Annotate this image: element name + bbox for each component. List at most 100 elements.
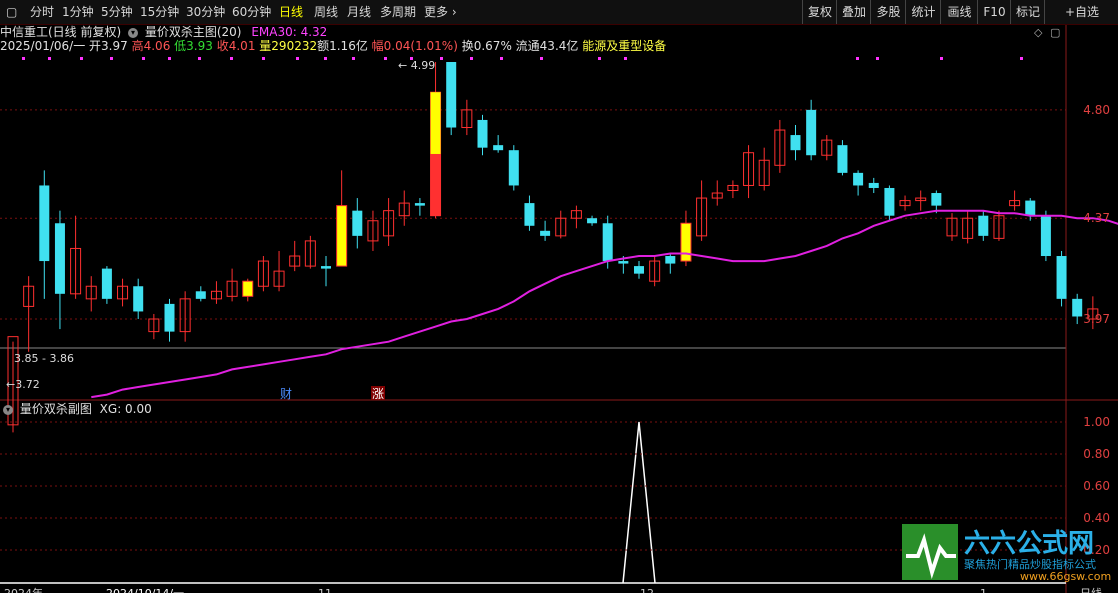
period-toolbar: 分时 1分钟 5分钟 15分钟 30分钟 60分钟 日线 周线 月线 多周期 更多 › ▢ 复权 叠加 多股… — [0, 0, 1118, 25]
signal-dot — [22, 57, 25, 60]
period-tab-10[interactable]: 更多 › — [424, 0, 457, 24]
price-tick-label: 3.97 — [1083, 312, 1110, 326]
quote-low: 低3.93 — [174, 39, 213, 53]
quote-line: 2025/01/06/一 开3.97 高4.06 低3.93 收4.01 量29… — [0, 38, 666, 54]
candle-body — [414, 203, 425, 206]
toolbar-btn-0[interactable]: 复权 — [802, 0, 837, 24]
chevron-down-icon[interactable]: ▾ — [3, 404, 13, 415]
kline-chart[interactable]: 4.804.373.971.000.800.600.400.20← 4.99←3… — [0, 0, 1118, 593]
quote-amount: 额1.16亿 — [317, 39, 368, 53]
signal-dot — [440, 57, 443, 60]
sub-tick-label: 1.00 — [1083, 415, 1110, 429]
candle-body — [352, 210, 363, 236]
watermark-logo: 六六公式网 聚焦热门精品炒股指标公式 www.66gsw.com — [902, 524, 1111, 582]
svg-text:六六公式网: 六六公式网 — [964, 529, 1094, 559]
candle-body — [837, 145, 848, 173]
candle-body — [336, 205, 348, 267]
period-tab-0[interactable]: 分时 — [30, 0, 54, 24]
toolbar-btn-1[interactable]: 叠加 — [836, 0, 871, 24]
range-label: 3.85 - 3.86 — [14, 352, 74, 365]
quote-sector[interactable]: 能源及重型设备 — [582, 39, 666, 53]
signal-dot — [470, 57, 473, 60]
signal-dot — [540, 57, 543, 60]
candle-body — [242, 280, 254, 297]
candle-body — [493, 145, 504, 151]
signal-dot — [352, 57, 355, 60]
period-tab-3[interactable]: 15分钟 — [140, 0, 179, 24]
quote-high: 高4.06 — [131, 39, 171, 53]
candle-body — [602, 223, 613, 262]
signal-dot — [230, 57, 233, 60]
quote-close: 收4.01 — [216, 39, 256, 53]
signal-dot — [142, 57, 145, 60]
candle-body — [477, 119, 488, 148]
signal-dot — [856, 57, 859, 60]
quote-open: 开3.97 — [89, 39, 128, 53]
date-axis-label: 2024年 — [4, 586, 43, 593]
quote-change: 幅0.04(1.01%) — [371, 39, 458, 53]
toolbar-btn-4[interactable]: 画线 — [940, 0, 978, 24]
signal-dot — [624, 57, 627, 60]
price-tick-label: 4.37 — [1083, 211, 1110, 225]
period-tab-4[interactable]: 30分钟 — [186, 0, 225, 24]
period-tab-7[interactable]: 周线 — [314, 0, 338, 24]
finance-marker: 财 — [280, 387, 292, 401]
candle-body-highlight — [430, 92, 441, 154]
period-tab-9[interactable]: 多周期 — [380, 0, 416, 24]
signal-dot — [384, 57, 387, 60]
candle-body — [54, 223, 65, 294]
quote-date: 2025/01/06/一 — [0, 39, 86, 53]
price-tick-label: 4.80 — [1083, 103, 1110, 117]
toolbar-btn-7[interactable]: +自选 — [1044, 0, 1118, 24]
sub-chart-header: ▾ 量价双杀副图 XG: 0.00 — [0, 401, 152, 417]
period-tab-1[interactable]: 1分钟 — [62, 0, 94, 24]
signal-dot — [80, 57, 83, 60]
candle-body — [806, 109, 817, 156]
candle-body — [101, 268, 112, 299]
date-axis-label: 11 — [318, 587, 332, 593]
candle-body — [1025, 200, 1036, 216]
quote-volume: 量290232 — [259, 39, 318, 53]
signal-dot — [168, 57, 171, 60]
candle-body — [587, 218, 598, 224]
date-axis-label: 1 — [980, 587, 987, 593]
period-tab-6[interactable]: 日线 — [279, 0, 303, 24]
signal-dot — [598, 57, 601, 60]
high-price-label: ← 4.99 — [398, 59, 435, 72]
candle-body — [665, 256, 676, 264]
diamond-icon: ◇ — [1034, 26, 1043, 39]
chevron-down-icon[interactable]: ▾ — [128, 27, 139, 38]
stock-name[interactable]: 中信重工(日线 前复权) — [0, 25, 121, 39]
candle-body — [1040, 215, 1051, 257]
xg-spike — [622, 421, 656, 584]
window-icon[interactable]: ▢ — [6, 0, 17, 24]
date-axis-label: 日线 — [1080, 586, 1102, 593]
svg-text:www.66gsw.com: www.66gsw.com — [1020, 570, 1111, 582]
candle-body — [853, 172, 864, 186]
sub-chart — [622, 421, 656, 584]
toolbar-btn-2[interactable]: 多股 — [870, 0, 906, 24]
indicator-name[interactable]: 量价双杀主图(20) — [145, 25, 242, 39]
toolbar-btn-6[interactable]: 标记 — [1010, 0, 1045, 24]
candle-body — [524, 203, 535, 226]
signal-dot — [876, 57, 879, 60]
candle-body — [446, 62, 457, 128]
toolbar-btn-5[interactable]: F10 — [977, 0, 1011, 24]
svg-text:聚焦热门精品炒股指标公式: 聚焦热门精品炒股指标公式 — [964, 557, 1096, 571]
signal-dot — [296, 57, 299, 60]
quote-float: 流通43.4亿 — [515, 39, 579, 53]
period-tab-2[interactable]: 5分钟 — [101, 0, 133, 24]
candle-body — [1056, 256, 1067, 299]
period-tab-5[interactable]: 60分钟 — [232, 0, 271, 24]
period-tab-8[interactable]: 月线 — [347, 0, 371, 24]
candle-body — [618, 261, 629, 264]
candle-body — [868, 182, 879, 188]
candle-body — [1072, 298, 1083, 317]
sub-chart-title[interactable]: 量价双杀副图 — [20, 402, 92, 416]
toolbar-btn-3[interactable]: 统计 — [905, 0, 941, 24]
candle-body — [931, 193, 942, 206]
signal-dot — [48, 57, 51, 60]
date-axis-label: 12 — [640, 587, 654, 593]
signal-dot — [940, 57, 943, 60]
signal-dot — [324, 57, 327, 60]
